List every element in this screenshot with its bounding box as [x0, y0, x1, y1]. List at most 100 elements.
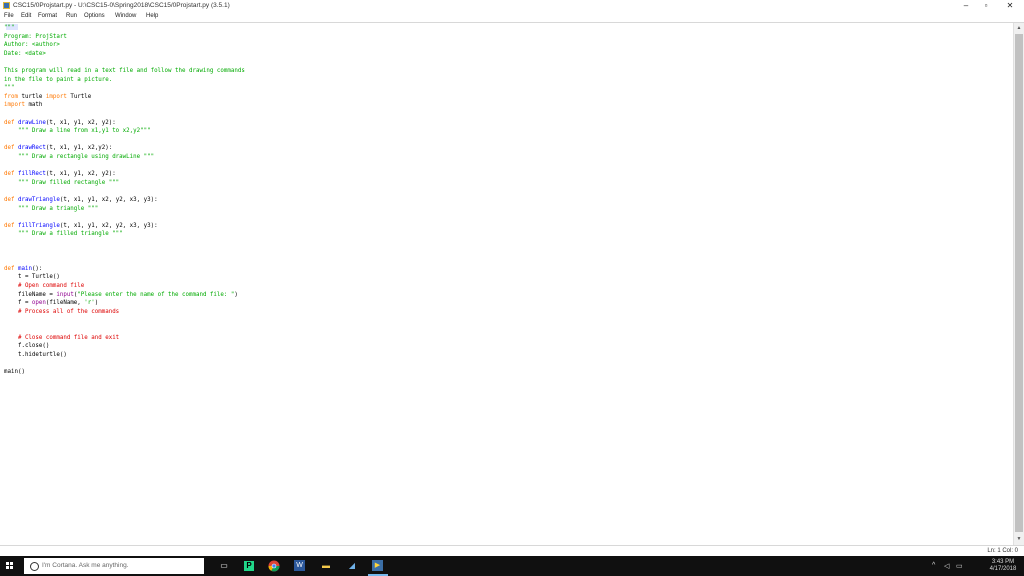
code-line[interactable]: in the file to paint a picture. — [4, 77, 112, 84]
menu-window[interactable]: Window — [115, 13, 136, 19]
code-token: fileName = — [4, 291, 57, 298]
code-line[interactable]: fileName = input("Please enter the name … — [4, 292, 238, 299]
code-token: (fileName, — [45, 300, 85, 307]
code-token: # Close command file and exit — [4, 334, 120, 341]
code-token: """ Draw a triangle """ — [4, 205, 99, 212]
code-line[interactable]: f.close() — [4, 343, 49, 350]
code-token: drawTriangle — [14, 197, 60, 203]
task-view-icon[interactable]: ▭ — [218, 560, 230, 572]
code-line[interactable]: import math — [4, 102, 42, 109]
code-line[interactable]: """ Draw a triangle """ — [4, 206, 98, 213]
cortana-placeholder: I'm Cortana. Ask me anything. — [42, 562, 129, 569]
action-center-icon[interactable]: ▭ — [956, 562, 963, 570]
code-line[interactable]: This program will read in a text file an… — [4, 68, 245, 75]
code-token: def — [4, 145, 15, 152]
scroll-up-icon[interactable]: ▲ — [1014, 23, 1024, 33]
code-line[interactable]: # Open command file — [4, 283, 84, 290]
code-line[interactable]: """ Draw a line from x1,y1 to x2,y2""" — [4, 128, 151, 135]
title-bar[interactable]: CSC15/0Projstart.py - U:\CSC15-0\Spring2… — [0, 0, 1024, 12]
notes-icon[interactable]: ◢ — [346, 560, 358, 572]
code-token: (): — [31, 265, 43, 272]
word-icon[interactable]: W — [294, 560, 305, 571]
code-token: f = — [4, 300, 32, 307]
code-line[interactable]: # Process all of the commands — [4, 309, 119, 316]
code-token: (t, x1, y1, x2, y2, x3, y3): — [59, 222, 158, 229]
cortana-icon — [30, 562, 39, 571]
menu-run[interactable]: Run — [66, 13, 77, 19]
code-line[interactable]: def drawRect(t, x1, y1, x2,y2): — [4, 145, 112, 152]
window-title: CSC15/0Projstart.py - U:\CSC15-0\Spring2… — [13, 2, 230, 9]
code-token: def — [4, 119, 15, 126]
code-line[interactable]: """ Draw filled rectangle """ — [4, 180, 119, 187]
close-button[interactable]: ✕ — [996, 0, 1024, 12]
vertical-scrollbar[interactable]: ▲ ▼ — [1013, 23, 1024, 545]
code-line[interactable]: def fillTriangle(t, x1, y1, x2, y2, x3, … — [4, 223, 158, 230]
windows-start-icon[interactable] — [6, 562, 14, 570]
code-line[interactable]: f = open(fileName, 'r') — [4, 300, 98, 307]
scroll-down-icon[interactable]: ▼ — [1014, 534, 1024, 544]
idle-python-icon[interactable]: ▶ — [372, 560, 383, 571]
file-explorer-icon[interactable]: ▬ — [320, 560, 332, 572]
code-token: (t, x1, y1, x2,y2): — [45, 145, 113, 152]
code-line[interactable]: Date: <date> — [4, 51, 46, 58]
menu-edit[interactable]: Edit — [21, 13, 31, 19]
menu-options[interactable]: Options — [84, 13, 105, 19]
code-token: import — [4, 102, 25, 109]
code-line[interactable]: def drawTriangle(t, x1, y1, x2, y2, x3, … — [4, 197, 158, 204]
menu-file[interactable]: File — [4, 13, 14, 19]
code-line[interactable]: # Close command file and exit — [4, 335, 119, 342]
code-line[interactable]: """ Draw a filled triangle """ — [4, 231, 123, 238]
cortana-search-box[interactable]: I'm Cortana. Ask me anything. — [24, 558, 204, 574]
code-token: turtle — [17, 93, 46, 100]
code-token: math — [24, 102, 43, 109]
code-line[interactable]: t = Turtle() — [4, 274, 60, 281]
code-line[interactable]: t.hideturtle() — [4, 352, 67, 359]
code-token: in the file to paint a picture. — [4, 76, 113, 83]
code-line[interactable]: from turtle import Turtle — [4, 94, 91, 101]
chevron-up-icon[interactable]: ^ — [932, 562, 935, 569]
code-token: Program: ProjStart — [4, 33, 67, 40]
pycharm-icon[interactable]: P — [244, 561, 254, 571]
code-token: input — [56, 291, 74, 298]
code-line[interactable]: def fillRect(t, x1, y1, x2, y2): — [4, 171, 116, 178]
code-token: fillTriangle — [14, 222, 60, 229]
menu-help[interactable]: Help — [146, 13, 158, 19]
code-line[interactable]: def drawLine(t, x1, y1, x2, y2): — [4, 120, 116, 127]
code-token: def — [4, 197, 15, 203]
code-token: def — [4, 222, 15, 229]
code-token: def — [4, 171, 15, 178]
code-line[interactable]: """ — [4, 25, 14, 32]
code-token: """ Draw filled rectangle """ — [4, 179, 120, 186]
code-token: # Open command file — [4, 283, 85, 289]
taskbar-clock[interactable]: 3:43 PM 4/17/2018 — [988, 559, 1018, 573]
code-line[interactable]: """ Draw a rectangle using drawLine """ — [4, 154, 154, 161]
code-token: (t, x1, y1, x2, y2): — [45, 171, 116, 178]
scrollbar-thumb[interactable] — [1015, 34, 1023, 532]
code-token: t.hideturtle() — [4, 351, 67, 358]
clock-date: 4/17/2018 — [989, 566, 1017, 572]
code-token: Author: <author> — [4, 42, 60, 49]
code-token: drawLine — [14, 119, 46, 126]
code-token: t = Turtle() — [4, 274, 60, 281]
code-line[interactable]: """ — [4, 85, 14, 92]
volume-icon[interactable]: ◁ — [944, 562, 949, 570]
chrome-icon[interactable] — [268, 560, 280, 572]
menu-format[interactable]: Format — [38, 13, 57, 19]
code-token: (t, x1, y1, x2, y2): — [45, 119, 116, 126]
code-token: f.close() — [4, 343, 50, 350]
code-token: """ — [4, 25, 15, 31]
python-file-icon — [3, 2, 10, 9]
code-line[interactable]: Program: ProjStart — [4, 34, 67, 41]
code-token: (t, x1, y1, x2, y2, x3, y3): — [59, 197, 158, 203]
code-editor[interactable]: """ Program: ProjStart Author: <author> Dat… — [2, 23, 1012, 545]
code-token: """ Draw a line from x1,y1 to x2,y2""" — [4, 128, 151, 135]
code-line[interactable]: Author: <author> — [4, 42, 60, 49]
code-line[interactable]: main() — [4, 369, 25, 376]
clock-time: 3:43 PM — [991, 559, 1015, 565]
code-line[interactable]: def main(): — [4, 266, 42, 273]
code-token: Turtle — [66, 93, 92, 100]
code-token: main — [14, 265, 32, 272]
code-token: """ — [4, 85, 15, 92]
code-token: 'r' — [84, 300, 95, 307]
code-token: drawRect — [14, 145, 46, 152]
